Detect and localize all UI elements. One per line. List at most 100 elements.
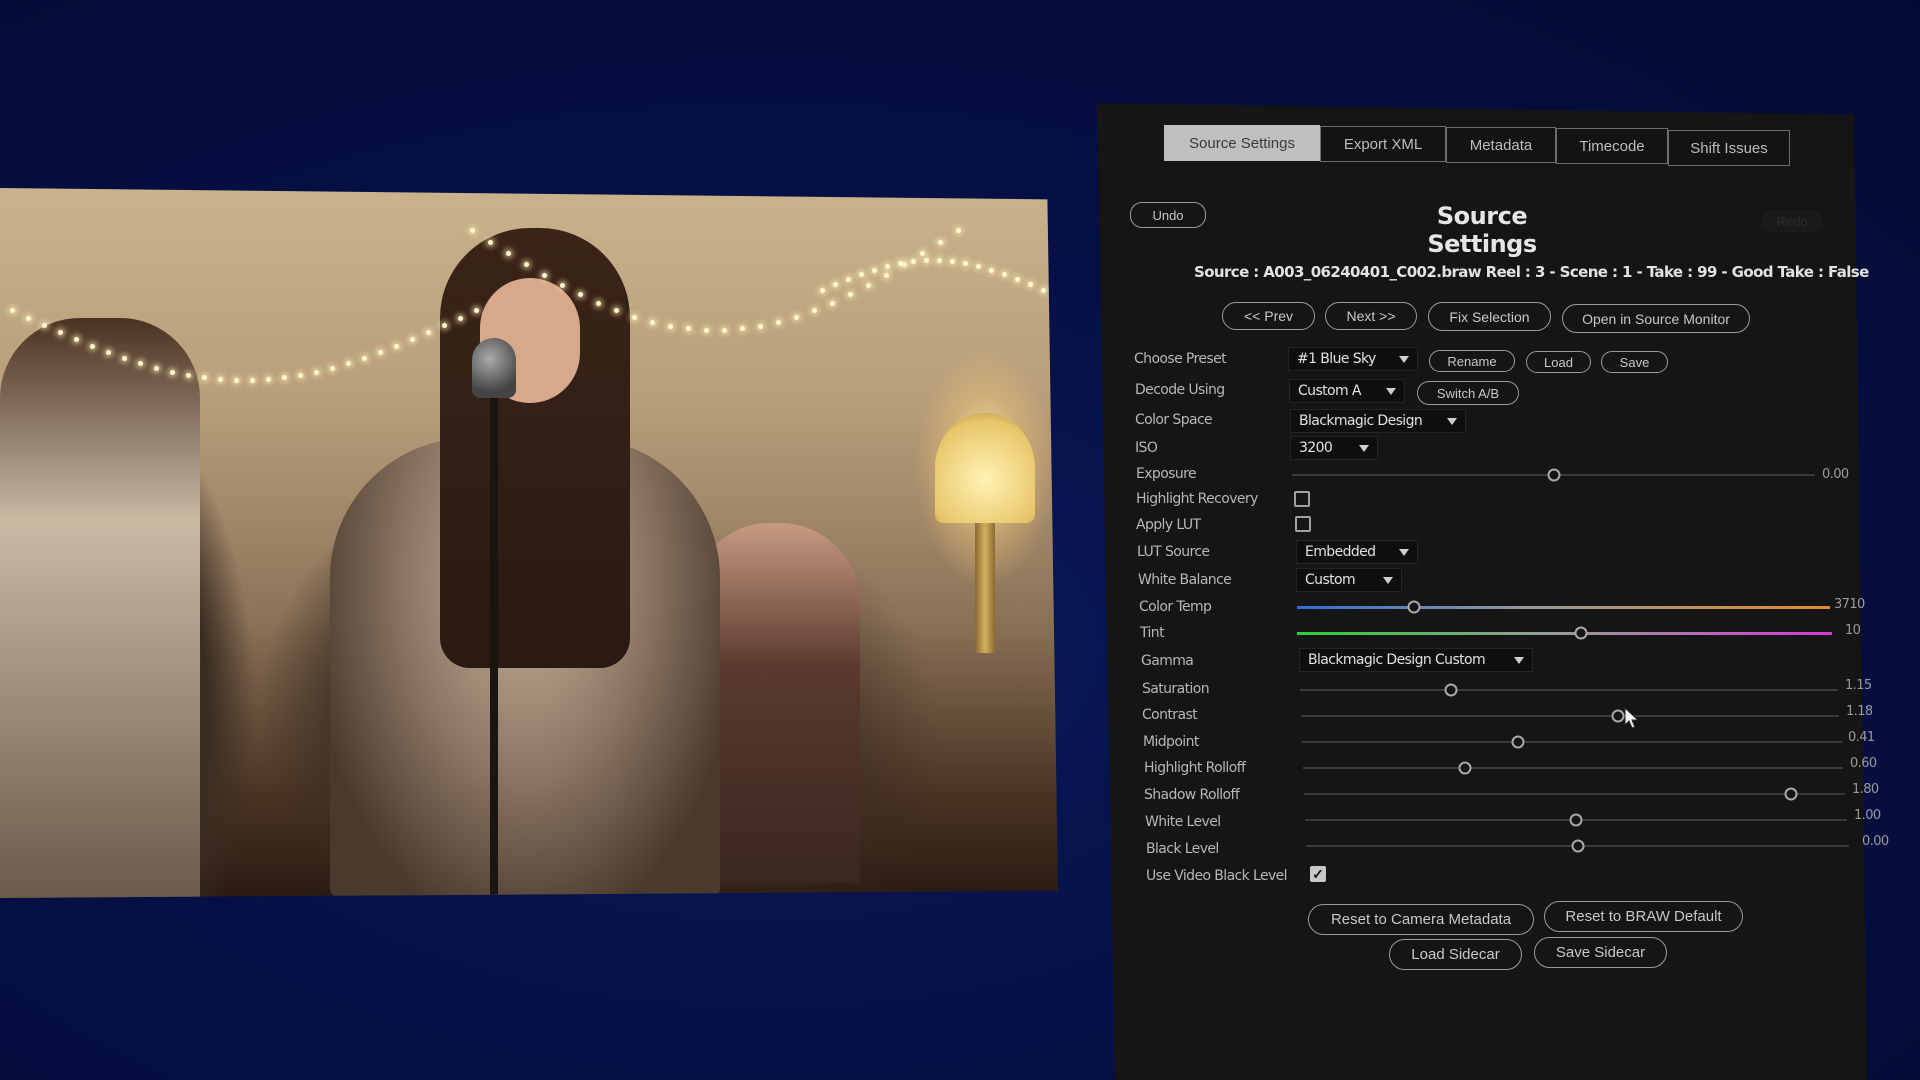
lut-source-value: Embedded [1305,544,1376,560]
exposure-label: Exposure [1136,466,1197,482]
caret-down-icon [1399,356,1409,363]
shadow-rolloff-slider-knob[interactable] [1784,787,1798,801]
string-light [976,264,981,270]
preset-value: #1 Blue Sky [1297,351,1376,367]
undo-button[interactable]: Undo [1130,202,1206,228]
string-light [884,272,889,278]
tint-slider-knob[interactable] [1574,626,1588,640]
string-light [872,267,877,273]
shadow-rolloff-value: 1.80 [1852,782,1879,797]
checkmark-icon: ✓ [1312,866,1324,882]
color-temp-slider[interactable] [1297,606,1830,609]
reset-to-braw-default-button[interactable]: Reset to BRAW Default [1544,901,1743,932]
caret-down-icon [1359,445,1369,452]
white-balance-dropdown[interactable]: Custom [1296,568,1402,592]
gamma-dropdown[interactable]: Blackmagic Design Custom [1299,648,1533,672]
preset-dropdown[interactable]: #1 Blue Sky [1288,347,1418,371]
highlight-rolloff-label: Highlight Rolloff [1144,760,1246,776]
black-level-label: Black Level [1146,841,1219,857]
tab-metadata[interactable]: Metadata [1446,127,1556,163]
video-content [0,318,200,898]
highlight-recovery-label: Highlight Recovery [1136,491,1258,507]
white-level-label: White Level [1145,814,1221,830]
highlight-rolloff-slider-knob[interactable] [1458,761,1472,775]
string-light [250,377,255,383]
load-sidecar-button[interactable]: Load Sidecar [1389,939,1522,970]
caret-down-icon [1447,418,1457,425]
string-light [902,262,907,268]
saturation-label: Saturation [1142,681,1210,697]
string-light [989,267,994,273]
white-level-slider-knob[interactable] [1569,813,1583,827]
contrast-value: 1.18 [1846,704,1873,719]
highlight-recovery-checkbox[interactable] [1294,491,1310,507]
string-light [848,292,853,298]
load-preset-button[interactable]: Load [1526,351,1591,373]
highlight-rolloff-slider[interactable] [1303,767,1843,769]
gamma-value: Blackmagic Design Custom [1308,652,1486,668]
iso-dropdown[interactable]: 3200 [1290,436,1378,460]
color-temp-value: 3710 [1834,597,1865,612]
open-in-source-monitor-button[interactable]: Open in Source Monitor [1562,304,1750,333]
string-light [950,259,955,265]
prev-button[interactable]: << Prev [1222,302,1315,330]
string-light [846,277,851,283]
color-space-label: Color Space [1135,412,1213,428]
switch-ab-button[interactable]: Switch A/B [1417,381,1519,405]
midpoint-label: Midpoint [1143,734,1199,750]
tab-timecode[interactable]: Timecode [1556,128,1668,164]
color-temp-slider-knob[interactable] [1407,600,1421,614]
next-button[interactable]: Next >> [1325,302,1417,330]
decode-using-dropdown[interactable]: Custom A [1289,379,1405,403]
choose-preset-label: Choose Preset [1134,351,1227,367]
string-light [776,319,781,325]
tab-export-xml[interactable]: Export XML [1320,126,1446,162]
string-light [1015,277,1020,283]
video-content [975,523,995,653]
iso-label: ISO [1135,440,1158,456]
saturation-slider-knob[interactable] [1444,683,1458,697]
tint-slider[interactable] [1297,632,1832,635]
redo-button[interactable]: Redo [1762,210,1822,232]
caret-down-icon [1514,657,1524,664]
video-content [472,338,516,398]
apply-lut-label: Apply LUT [1136,517,1201,533]
string-light [330,365,335,371]
iso-value: 3200 [1299,440,1333,456]
string-light [1002,272,1007,278]
tab-shift-issues[interactable]: Shift Issues [1668,130,1790,166]
save-sidecar-button[interactable]: Save Sidecar [1534,937,1667,968]
save-preset-button[interactable]: Save [1601,351,1668,373]
lut-source-label: LUT Source [1137,544,1210,560]
contrast-slider[interactable] [1301,715,1839,717]
rename-preset-button[interactable]: Rename [1429,350,1515,372]
use-video-black-level-checkbox[interactable]: ✓ [1310,866,1326,882]
string-light [378,350,383,356]
string-light [202,375,207,381]
string-light [470,228,475,233]
midpoint-slider-knob[interactable] [1511,735,1525,749]
string-light [632,314,637,320]
string-light [218,377,223,383]
string-light [650,319,655,325]
shadow-rolloff-slider[interactable] [1304,793,1845,795]
string-light [820,288,825,293]
string-light [346,361,351,367]
exposure-value: 0.00 [1822,467,1849,482]
saturation-slider[interactable] [1300,689,1838,691]
string-light [1028,282,1033,288]
midpoint-slider[interactable] [1302,741,1842,743]
tab-source-settings[interactable]: Source Settings [1164,125,1320,161]
lut-source-dropdown[interactable]: Embedded [1296,540,1418,564]
caret-down-icon [1386,388,1396,395]
color-space-dropdown[interactable]: Blackmagic Design [1290,409,1466,433]
exposure-slider-knob[interactable] [1547,468,1560,482]
midpoint-value: 0.41 [1848,730,1875,745]
string-light [911,259,916,265]
black-level-slider-knob[interactable] [1571,839,1584,853]
apply-lut-checkbox[interactable] [1295,516,1311,532]
contrast-slider-knob[interactable] [1611,709,1625,723]
fix-selection-button[interactable]: Fix Selection [1428,302,1551,331]
reset-to-camera-metadata-button[interactable]: Reset to Camera Metadata [1308,904,1534,935]
string-light [722,327,727,333]
